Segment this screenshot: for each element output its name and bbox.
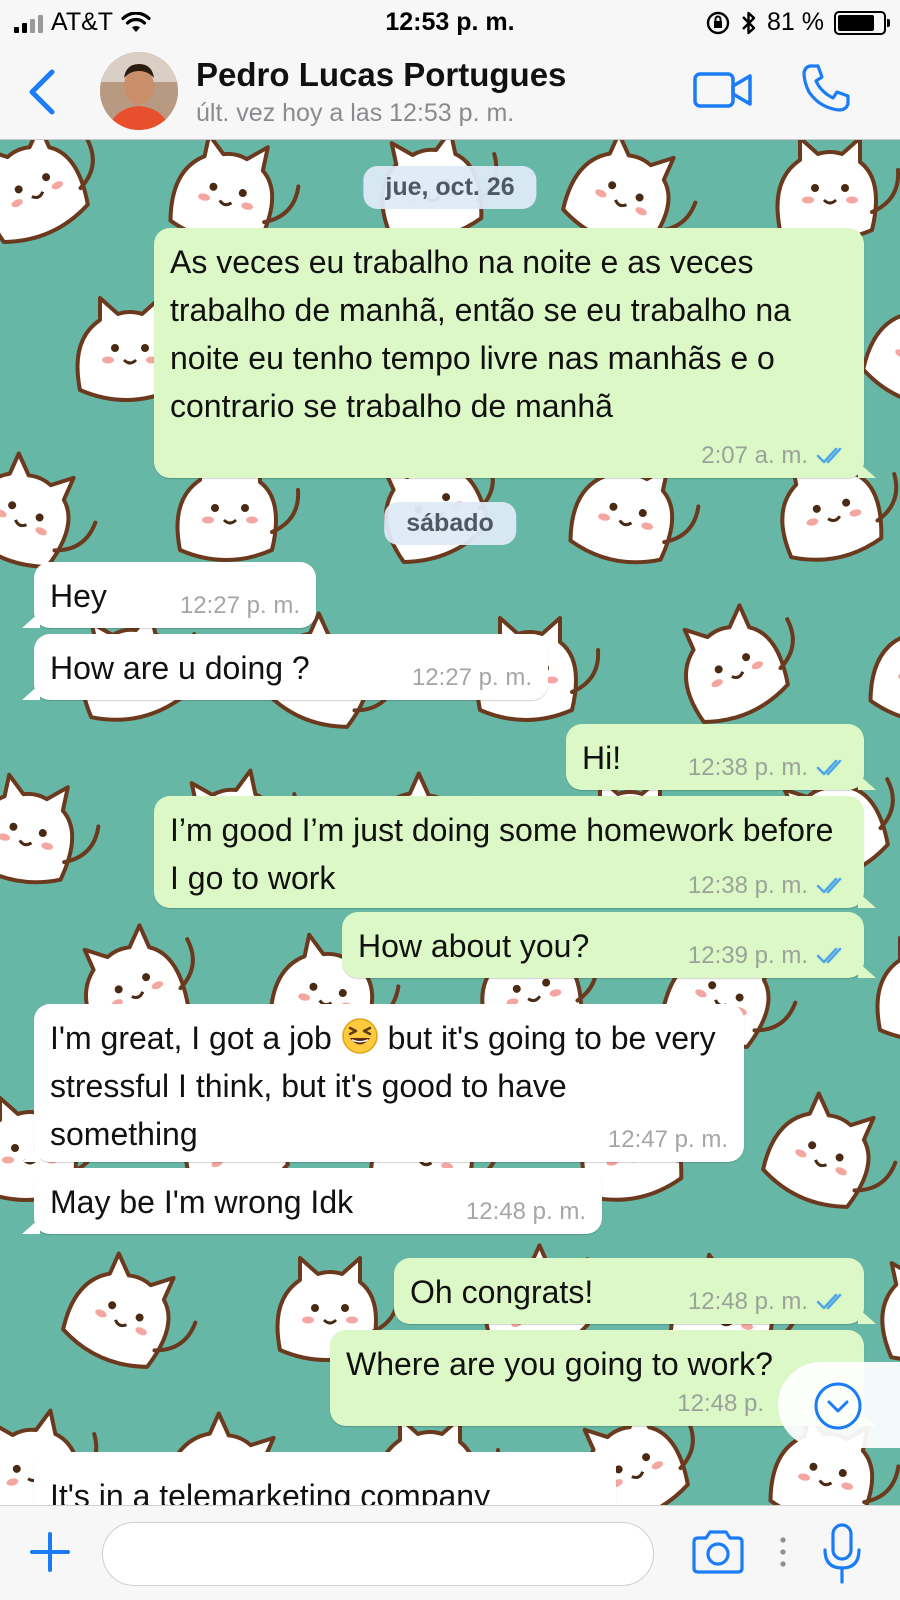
message-meta: 12:38 p. m.	[688, 872, 848, 900]
read-ticks-icon	[816, 759, 842, 776]
message-bubble-outgoing[interactable]: How about you? 12:39 p. m.	[342, 912, 876, 978]
message-meta: 12:48 p.	[677, 1390, 764, 1418]
message-time: 12:38 p. m.	[687, 754, 808, 781]
message-bubble-outgoing[interactable]: Oh congrats! 12:48 p. m.	[394, 1258, 876, 1324]
message-bubble-incoming[interactable]: May be I'm wrong Idk 12:48 p. m.	[22, 1168, 602, 1234]
phone-icon[interactable]	[800, 62, 852, 114]
read-ticks-icon	[816, 447, 842, 464]
microphone-icon[interactable]	[820, 1522, 864, 1586]
status-bar-right: 81 %	[705, 8, 890, 37]
plus-icon[interactable]	[28, 1530, 72, 1574]
message-input-bar	[0, 1505, 900, 1600]
message-meta: 12:27 p. m.	[412, 664, 532, 692]
read-ticks-icon	[816, 1293, 842, 1310]
camera-icon[interactable]	[690, 1528, 746, 1576]
grinning-squinting-face-icon	[341, 1018, 378, 1054]
message-bubble-incoming[interactable]: It's in a telemarketing company	[34, 1452, 616, 1505]
back-chevron-icon[interactable]	[22, 64, 62, 120]
message-text: As veces eu trabalho na noite e as veces…	[170, 244, 791, 424]
message-bubble-incoming[interactable]: I'm great, I got a job but it's going to…	[22, 1004, 744, 1162]
last-seen-status: últ. vez hoy a las 12:53 p. m.	[196, 99, 515, 127]
message-text: Where are you going to work?	[346, 1346, 773, 1382]
message-meta: 12:48 p. m.	[466, 1198, 586, 1226]
message-meta: 12:38 p. m.	[688, 754, 848, 782]
date-separator: jue, oct. 26	[363, 166, 537, 209]
chevron-down-icon	[814, 1382, 862, 1430]
more-dots-icon[interactable]	[779, 1536, 787, 1568]
scroll-to-bottom-button[interactable]	[778, 1362, 900, 1448]
video-call-icon[interactable]	[692, 66, 754, 114]
status-bar: AT&T 12:53 p. m. 81 %	[0, 0, 900, 44]
message-time: 12:48 p. m.	[687, 1288, 808, 1315]
message-text: It's in a telemarketing company	[50, 1478, 491, 1505]
read-ticks-icon	[816, 877, 842, 894]
message-bubble-incoming[interactable]: Hey 12:27 p. m.	[22, 562, 316, 628]
message-bubble-outgoing[interactable]: Hi! 12:38 p. m.	[566, 724, 876, 790]
message-time: 12:39 p. m.	[687, 942, 808, 969]
message-input[interactable]	[102, 1522, 654, 1586]
battery-icon	[834, 10, 890, 35]
orientation-lock-icon	[706, 11, 730, 34]
message-text-part: I'm great, I got a job	[50, 1020, 332, 1056]
message-time: 12:27 p. m.	[411, 664, 532, 691]
message-meta: 12:39 p. m.	[688, 942, 848, 970]
message-meta: 12:47 p. m.	[608, 1126, 728, 1154]
message-bubble-outgoing[interactable]: I’m good I’m just doing some homework be…	[154, 796, 876, 908]
chat-area[interactable]: jue, oct. 26 As veces eu trabalho na noi…	[0, 140, 900, 1505]
battery-fill	[838, 14, 874, 31]
message-meta: 2:07 a. m.	[701, 442, 848, 470]
contact-name[interactable]: Pedro Lucas Portugues	[196, 56, 566, 94]
message-time: 12:48 p. m.	[465, 1198, 586, 1225]
battery-percent: 81 %	[767, 8, 824, 36]
message-time: 12:27 p. m.	[179, 592, 300, 619]
avatar[interactable]	[100, 52, 178, 130]
read-ticks-icon	[816, 947, 842, 964]
bluetooth-icon	[742, 11, 756, 34]
message-bubble-outgoing[interactable]: As veces eu trabalho na noite e as veces…	[154, 228, 876, 478]
message-time: 12:47 p. m.	[607, 1126, 728, 1153]
message-time: 12:38 p. m.	[687, 872, 808, 899]
message-time: 12:48 p.	[677, 1390, 764, 1417]
chat-header: Pedro Lucas Portugues últ. vez hoy a las…	[0, 44, 900, 140]
message-time: 2:07 a. m.	[701, 442, 808, 469]
date-separator: sábado	[384, 502, 516, 545]
message-bubble-incoming[interactable]: How are u doing ? 12:27 p. m.	[22, 634, 548, 700]
avatar-photo	[100, 52, 178, 130]
message-meta: 12:27 p. m.	[180, 592, 300, 620]
message-meta: 12:48 p. m.	[688, 1288, 848, 1316]
